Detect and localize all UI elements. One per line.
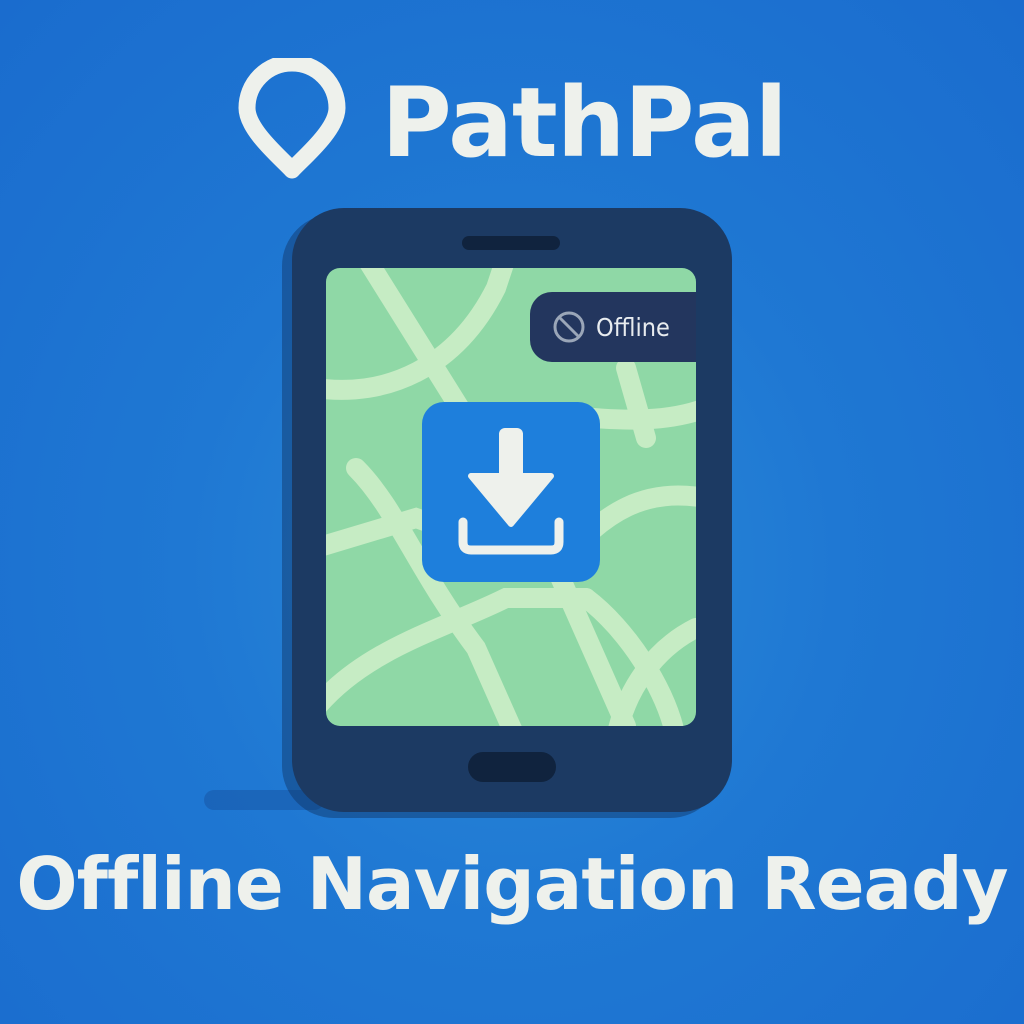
download-button[interactable] (422, 402, 600, 582)
phone-speaker (462, 236, 560, 250)
home-button (468, 752, 556, 782)
brand-header: PathPal (0, 58, 1024, 182)
map-pin-icon (238, 58, 346, 179)
tagline: Offline Navigation Ready (16, 842, 1008, 926)
offline-status-badge: Offline (530, 292, 696, 362)
download-icon (458, 428, 564, 555)
phone-screen: Offline (326, 268, 696, 726)
no-signal-icon (553, 311, 585, 343)
phone-device: Offline (292, 208, 732, 812)
app-name: PathPal (381, 67, 787, 179)
offline-label: Offline (596, 312, 670, 342)
